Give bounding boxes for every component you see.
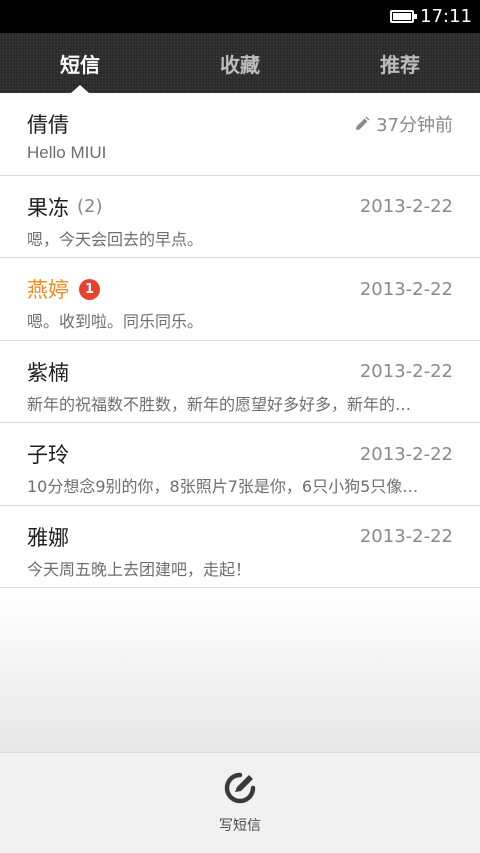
bottom-action-bar: 写短信 <box>0 752 480 853</box>
tab-label: 短信 <box>60 52 100 77</box>
time-text: 37分钟前 <box>376 115 453 136</box>
compose-button[interactable]: 写短信 <box>219 771 261 835</box>
message-snippet: 嗯。收到啦。同乐同乐。 <box>27 312 204 331</box>
conversation-row[interactable]: 倩倩 37分钟前 Hello MIUI <box>0 93 480 176</box>
message-snippet: Hello MIUI <box>27 143 107 162</box>
message-snippet: 今天周五晚上去团建吧，走起！ <box>27 559 252 579</box>
tab-label: 推荐 <box>380 52 420 77</box>
contact-name: 雅娜 <box>27 525 69 550</box>
message-time: 2013-2-22 <box>359 278 453 300</box>
conversation-row[interactable]: 子玲 2013-2-22 10分想念9别的你，8张照片7张是你，6只小狗5只像… <box>0 423 480 506</box>
message-count: (2) <box>77 196 103 217</box>
contact-name: 果冻 <box>27 195 69 220</box>
contact-name: 子玲 <box>27 443 69 467</box>
tab-messages[interactable]: 短信 <box>0 33 160 93</box>
message-time: 37分钟前 <box>354 111 453 137</box>
conversation-row[interactable]: 雅娜 2013-2-22 今天周五晚上去团建吧，走起！ <box>0 505 480 588</box>
compose-icon <box>224 772 256 804</box>
battery-icon <box>390 10 418 23</box>
empty-list-area <box>0 590 480 752</box>
conversation-row[interactable]: 果冻 (2) 2013-2-22 嗯，今天会回去的早点。 <box>0 175 480 258</box>
message-snippet: 新年的祝福数不胜数，新年的愿望好多好多，新年的… <box>27 394 412 414</box>
pencil-icon <box>356 116 370 130</box>
status-time: 17:11 <box>420 6 472 27</box>
tab-recommended[interactable]: 推荐 <box>320 33 480 93</box>
message-snippet: 嗯，今天会回去的早点。 <box>27 229 204 249</box>
message-time: 2013-2-22 <box>359 443 453 465</box>
tab-bar: 短信 收藏 推荐 <box>0 33 480 93</box>
tab-label: 收藏 <box>220 52 260 77</box>
message-time: 2013-2-22 <box>359 361 453 382</box>
message-time: 2013-2-22 <box>359 526 453 547</box>
message-snippet: 10分想念9别的你，8张照片7张是你，6只小狗5只像… <box>27 477 419 496</box>
conversation-list: 倩倩 37分钟前 Hello MIUI 果冻 (2) 2013-2-22 嗯，今… <box>0 93 480 588</box>
contact-name: 倩倩 <box>27 113 69 137</box>
contact-name: 燕婷 <box>27 278 69 302</box>
conversation-row[interactable]: 燕婷 1 2013-2-22 嗯。收到啦。同乐同乐。 <box>0 258 480 341</box>
unread-badge: 1 <box>79 278 100 300</box>
status-bar: 17:11 <box>0 0 480 33</box>
contact-name: 紫楠 <box>27 360 69 385</box>
conversation-row[interactable]: 紫楠 2013-2-22 新年的祝福数不胜数，新年的愿望好多好多，新年的… <box>0 340 480 423</box>
tab-favorites[interactable]: 收藏 <box>160 33 320 93</box>
message-time: 2013-2-22 <box>359 196 453 217</box>
compose-label: 写短信 <box>219 818 261 834</box>
